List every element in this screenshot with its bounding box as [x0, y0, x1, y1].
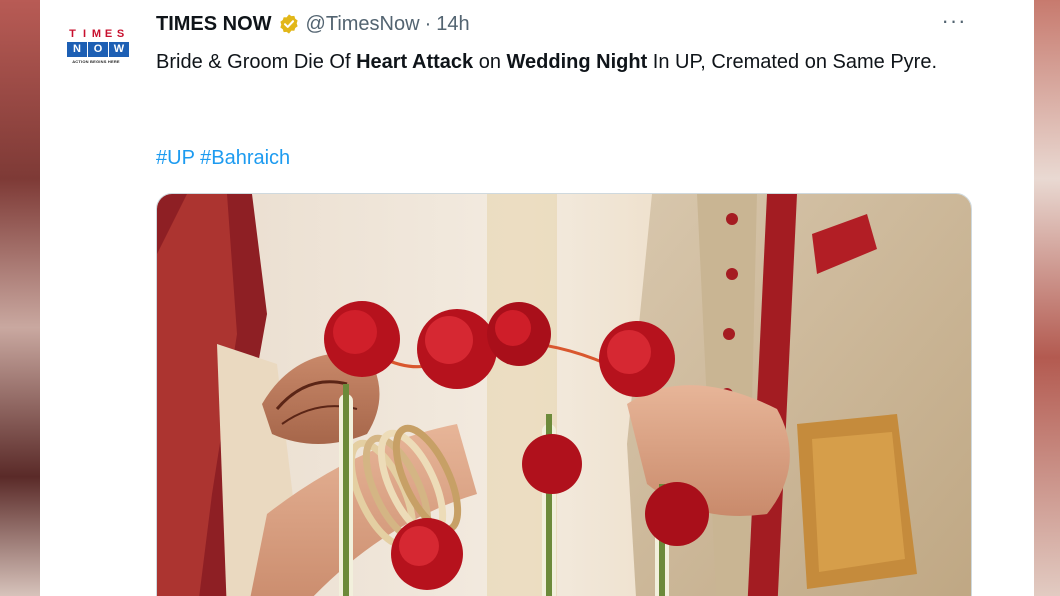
logo-letter: O [88, 42, 108, 57]
tweet-text: Bride & Groom Die Of Heart Attack on Wed… [156, 46, 956, 78]
more-options-icon[interactable]: ··· [940, 10, 968, 36]
hashtags: #UP #Bahraich [156, 142, 290, 174]
separator-dot: · [424, 12, 432, 35]
logo-letter: W [109, 42, 129, 57]
hashtag-link[interactable]: #UP [156, 147, 195, 169]
logo-tagline: ACTION BEGINS HERE [72, 59, 120, 64]
tweet-text-bold: Wedding Night [506, 51, 648, 73]
tweet-text-segment: In UP, Cremated on Same Pyre. [647, 51, 937, 73]
tweet-text-segment: on [473, 51, 507, 73]
logo-letter: S [116, 28, 125, 40]
logo-letter: T [69, 28, 76, 40]
logo-times: T I M E S [67, 28, 126, 41]
hashtag-link[interactable]: #Bahraich [200, 147, 290, 169]
tweet-card[interactable]: T I M E S N O W ACTION BEGINS HERE TIMES… [40, 0, 1034, 596]
tweet-text-segment: Bride & Groom Die Of [156, 51, 357, 73]
logo-letter: N [67, 42, 87, 57]
verified-gold-badge-icon[interactable] [278, 13, 300, 35]
display-name[interactable]: TIMES NOW [156, 13, 272, 36]
timestamp[interactable]: 14h [436, 13, 469, 36]
background-left [0, 0, 40, 596]
tweet-media-image[interactable] [156, 193, 972, 596]
logo-letter: E [104, 28, 113, 40]
background-right [1034, 0, 1060, 596]
logo-letter: M [91, 28, 102, 40]
tweet-text-bold: Heart Attack [356, 51, 474, 73]
wedding-garland-photo [157, 194, 971, 596]
tweet-header: TIMES NOW @TimesNow · 14h [156, 12, 470, 36]
logo-letter: I [82, 28, 87, 40]
logo-now: N O W [67, 42, 129, 57]
avatar[interactable]: T I M E S N O W ACTION BEGINS HERE [60, 12, 132, 84]
handle[interactable]: @TimesNow [306, 13, 420, 36]
